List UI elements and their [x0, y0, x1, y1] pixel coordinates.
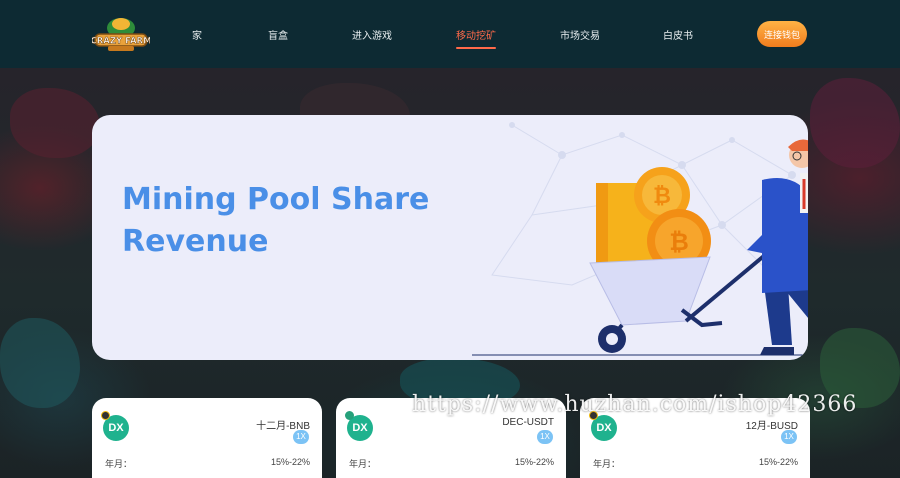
apr-label: 年月：: [349, 459, 377, 469]
connect-wallet-button[interactable]: 连接钱包: [757, 21, 807, 47]
pool-card-dec-bnb[interactable]: DX 十二月-BNB 1X 年月： 15%-22%: [92, 398, 322, 478]
apr-value: 15%-22%: [270, 457, 310, 467]
leverage-badge: 1X: [537, 430, 553, 444]
background-rock: [0, 318, 80, 408]
svg-text:₿: ₿: [653, 184, 671, 209]
pool-pair-name: DEC-USDT: [502, 417, 554, 428]
apr-value: 15%-22%: [758, 457, 798, 467]
wheelbarrow-coins-illustration: ₿ ₿: [472, 122, 808, 356]
nav-item-market[interactable]: 市场交易: [560, 27, 600, 42]
mining-banner: Mining Pool Share Revenue ₿ ₿: [92, 115, 808, 360]
svg-text:₿: ₿: [669, 228, 689, 256]
man-pushing-wheelbarrow: [747, 139, 808, 355]
top-navbar: CRAZY FARM 家 盲盒 进入游戏 移动挖矿 市场交易 白皮书 连接钱包: [0, 0, 900, 68]
apr-label: 年月：: [105, 459, 133, 469]
bnb-badge-icon: [101, 411, 110, 420]
banner-title-line2: Revenue: [122, 224, 269, 259]
leverage-badge: 1X: [781, 430, 797, 444]
background-rock: [810, 78, 900, 168]
nav-item-home[interactable]: 家: [192, 27, 202, 42]
nav-item-enter-game[interactable]: 进入游戏: [352, 27, 392, 42]
banner-title: Mining Pool Share Revenue: [122, 179, 442, 263]
apr-label: 年月：: [593, 459, 621, 469]
usdt-badge-icon: [345, 411, 354, 420]
watermark-url: https://www.huzhan.com/ishop42366: [412, 392, 858, 417]
nav-item-whitepaper[interactable]: 白皮书: [663, 27, 693, 42]
nav-item-blind-box[interactable]: 盲盒: [268, 27, 288, 42]
nav-item-mining[interactable]: 移动挖矿: [456, 27, 496, 49]
background-rock: [10, 88, 100, 158]
leverage-badge: 1X: [293, 430, 309, 444]
apr-value: 15%-22%: [514, 457, 554, 467]
banner-title-line1: Mining Pool Share: [122, 182, 430, 217]
wheelbarrow: [589, 243, 779, 353]
